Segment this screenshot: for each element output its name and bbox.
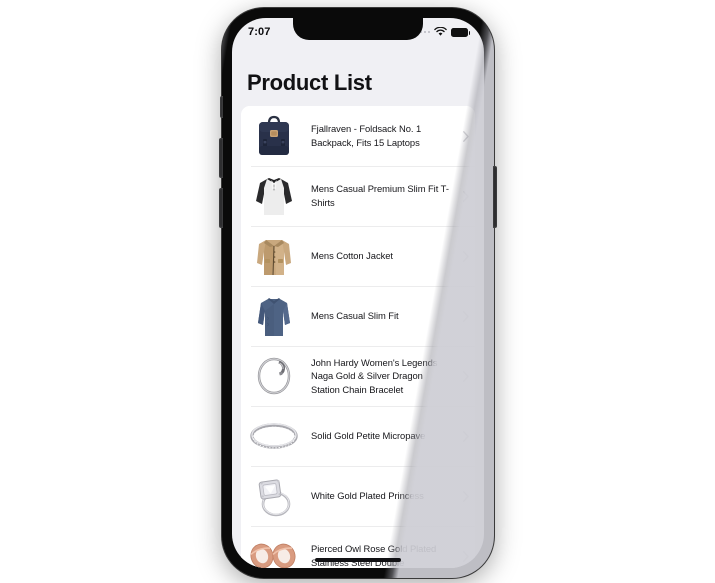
silver-chain-bracelet-thumbnail — [245, 351, 303, 401]
navy-backpack-thumbnail — [245, 111, 303, 161]
volume-down-button[interactable] — [219, 188, 223, 228]
product-title: John Hardy Women's Legends Naga Gold & S… — [311, 356, 438, 395]
blue-slim-fit-shirt-thumbnail — [245, 291, 303, 341]
halo-engagement-ring-thumbnail — [245, 471, 303, 521]
list-item[interactable]: Mens Casual Premium Slim Fit T-Shirts — [241, 166, 475, 226]
silver-eternity-band-thumbnail — [245, 411, 303, 461]
chevron-right-icon[interactable] — [457, 550, 475, 562]
page-title: Product List — [247, 70, 372, 95]
status-bar-time: 7:07 — [248, 26, 271, 38]
list-item[interactable]: Mens Cotton Jacket — [241, 226, 475, 286]
status-bar-indicators — [415, 27, 470, 37]
chevron-right-icon[interactable] — [457, 190, 475, 202]
chevron-right-icon[interactable] — [457, 250, 475, 262]
product-title: Solid Gold Petite Micropave — [311, 430, 426, 442]
product-title: Mens Casual Premium Slim Fit T-Shirts — [311, 183, 449, 208]
product-title: Fjallraven - Foldsack No. 1 Backpack, Fi… — [311, 123, 422, 148]
phone-notch — [293, 18, 423, 40]
list-item[interactable]: Mens Casual Slim Fit — [241, 286, 475, 346]
volume-up-button[interactable] — [219, 138, 223, 178]
power-button[interactable] — [493, 166, 497, 228]
product-title: Mens Cotton Jacket — [311, 250, 393, 262]
product-list: Fjallraven - Foldsack No. 1 Backpack, Fi… — [241, 106, 475, 568]
product-title: Mens Casual Slim Fit — [311, 310, 399, 322]
chevron-right-icon[interactable] — [457, 430, 475, 442]
phone-frame: 7:07 Product List Fjallraven - Foldsack … — [219, 8, 497, 578]
chevron-right-icon[interactable] — [457, 130, 475, 142]
list-item[interactable]: John Hardy Women's Legends Naga Gold & S… — [241, 346, 475, 406]
silent-switch-button[interactable] — [220, 96, 223, 118]
product-title: Pierced Owl Rose Gold Plated Stainless S… — [311, 543, 437, 568]
list-item[interactable]: Fjallraven - Foldsack No. 1 Backpack, Fi… — [241, 106, 475, 166]
tan-cotton-jacket-thumbnail — [245, 231, 303, 281]
chevron-right-icon[interactable] — [457, 490, 475, 502]
phone-screen: 7:07 Product List Fjallraven - Foldsack … — [232, 18, 484, 568]
chevron-right-icon[interactable] — [457, 310, 475, 322]
wifi-icon — [434, 27, 447, 36]
list-item[interactable]: Solid Gold Petite Micropave — [241, 406, 475, 466]
list-item[interactable]: White Gold Plated Princess — [241, 466, 475, 526]
rose-gold-tunnel-earrings-thumbnail — [245, 531, 303, 568]
raglan-tshirt-thumbnail — [245, 171, 303, 221]
chevron-right-icon[interactable] — [457, 370, 475, 382]
home-indicator-bar[interactable] — [315, 558, 401, 562]
product-title: White Gold Plated Princess — [311, 490, 424, 502]
battery-full-icon — [451, 27, 470, 37]
